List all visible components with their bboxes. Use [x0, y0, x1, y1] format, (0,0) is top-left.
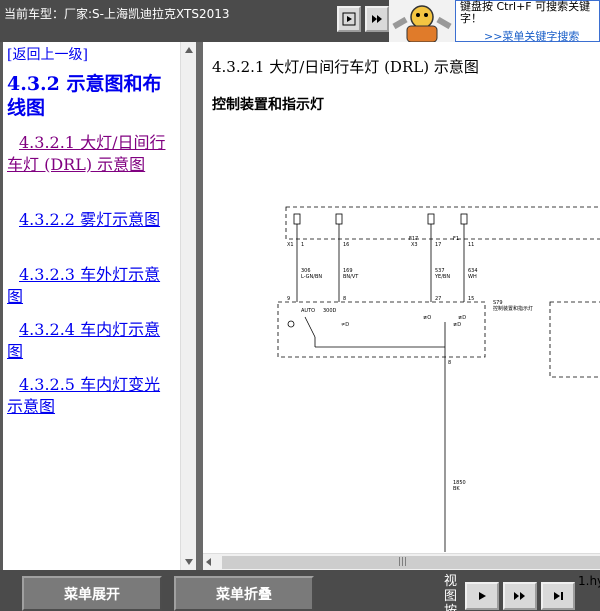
page-subtitle: 控制装置和指示灯 [212, 97, 324, 113]
view-last-button[interactable] [541, 582, 575, 610]
top-bar: 当前车型：厂家:S-上海凯迪拉克XTS2013 键盘按 Ctrl+F 可搜索关键… [0, 0, 600, 43]
sidebar-item-interior-dimming[interactable]: 4.3.2.5 车内灯变光示意图 [7, 374, 175, 418]
svg-text:BN/VT: BN/VT [343, 274, 359, 280]
fast-forward-icon [372, 15, 382, 23]
svg-text:BK: BK [453, 486, 460, 492]
svg-text:16: 16 [343, 242, 349, 248]
menu-collapse-button[interactable]: 菜单折叠 [174, 576, 314, 611]
svg-text:300D: 300D [323, 308, 337, 314]
view-label: 视图按 [444, 574, 458, 611]
svg-text:WH: WH [468, 274, 477, 280]
svg-text:11: 11 [468, 242, 474, 248]
scroll-down-button[interactable] [181, 554, 196, 570]
sidebar-item-interior-lamps[interactable]: 4.3.2.4 车内灯示意图 [7, 319, 175, 363]
fast-forward-icon [514, 592, 525, 600]
content-pane: 4.3.2.1 大灯/日间行车灯 (DRL) 示意图 控制装置和指示灯 X1 1 … [203, 42, 600, 570]
menu-expand-button[interactable]: 菜单展开 [22, 576, 162, 611]
mascot-icon [389, 0, 455, 42]
scrollbar-grip-icon: ||| [398, 557, 408, 567]
svg-text:8: 8 [448, 360, 451, 366]
sidebar-item-drl[interactable]: 4.3.2.1 大灯/日间行车灯 (DRL) 示意图 [7, 132, 175, 176]
scrollbar-thumb[interactable] [222, 556, 600, 569]
content-horizontal-scrollbar[interactable]: ||| [203, 553, 600, 570]
sidebar-item-exterior-lamps[interactable]: 4.3.2.3 车外灯示意图 [7, 264, 175, 308]
file-name: 1.hy [578, 574, 600, 588]
next-page-button[interactable] [337, 6, 361, 32]
chevron-left-icon [206, 558, 211, 566]
page-title: 4.3.2.1 大灯/日间行车灯 (DRL) 示意图 [212, 58, 479, 76]
search-hint-text: 键盘按 Ctrl+F 可搜索关键字！ [460, 0, 591, 25]
svg-text:≢O: ≢O [423, 315, 431, 321]
back-link[interactable]: [返回上一级] [7, 44, 88, 64]
current-model-label: 当前车型：厂家:S-上海凯迪拉克XTS2013 [4, 7, 230, 21]
arrow-right-end-icon [554, 592, 563, 600]
svg-text:1: 1 [301, 242, 304, 248]
mascot-image [389, 0, 455, 42]
svg-text:8: 8 [343, 296, 346, 302]
svg-text:控制装置和指示灯: 控制装置和指示灯 [493, 305, 533, 312]
svg-text:F1: F1 [453, 236, 459, 242]
svg-text:15: 15 [468, 296, 474, 302]
svg-text:27: 27 [435, 296, 441, 302]
pane-divider[interactable] [196, 42, 203, 570]
wiring-diagram: X1 1 16 F17X3 17 F111 306L-GN/BN 169BN/VT … [277, 206, 600, 552]
svg-text:L-GN/BN: L-GN/BN [301, 274, 322, 280]
svg-text:X3: X3 [411, 242, 418, 248]
svg-text:≠D: ≠D [341, 322, 349, 328]
svg-text:AUTO: AUTO [301, 308, 315, 314]
svg-text:≢D: ≢D [453, 322, 461, 328]
view-fast-forward-button[interactable] [503, 582, 537, 610]
svg-text:X1: X1 [287, 242, 294, 248]
arrow-right-icon [342, 12, 356, 26]
chevron-down-icon [185, 559, 193, 565]
scroll-up-button[interactable] [181, 42, 196, 58]
search-hint-box: 键盘按 Ctrl+F 可搜索关键字！ >>菜单关键字搜索 [455, 0, 600, 43]
sidebar: [返回上一级] 4.3.2 示意图和布线图 4.3.2.1 大灯/日间行车灯 (… [3, 42, 196, 570]
section-title: 4.3.2 示意图和布线图 [7, 73, 162, 119]
bottom-bar: 菜单展开 菜单折叠 视图按 1.hy [0, 570, 600, 611]
svg-text:≢D: ≢D [458, 315, 466, 321]
sidebar-item-fog-lamps[interactable]: 4.3.2.2 雾灯示意图 [7, 209, 175, 231]
chevron-up-icon [185, 47, 193, 53]
fast-forward-button[interactable] [365, 6, 389, 32]
svg-text:YE/BN: YE/BN [434, 274, 450, 280]
sidebar-scrollbar[interactable] [180, 42, 196, 570]
view-next-button[interactable] [465, 582, 499, 610]
arrow-right-icon [479, 592, 486, 600]
svg-text:9: 9 [287, 296, 290, 302]
svg-text:17: 17 [435, 242, 441, 248]
